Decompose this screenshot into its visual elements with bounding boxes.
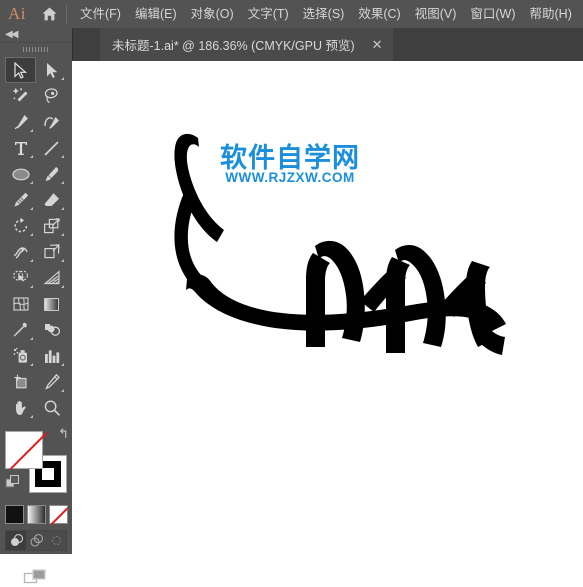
draw-mode-buttons: [5, 530, 67, 551]
tool-corner-indicator: [30, 233, 33, 236]
menu-type[interactable]: 文字(T): [241, 3, 296, 25]
ai-logo: Ai: [8, 4, 26, 23]
tools-panel: ◀◀ ↰: [0, 28, 73, 584]
default-colors-icon[interactable]: [5, 474, 21, 495]
tool-corner-indicator: [30, 181, 33, 184]
direct-selection-tool[interactable]: [36, 57, 67, 83]
color-controls: ↰: [5, 427, 69, 495]
column-graph-tool[interactable]: [36, 343, 67, 369]
menu-effect[interactable]: 效果(C): [351, 3, 407, 25]
symbol-sprayer-tool[interactable]: [5, 343, 36, 369]
tools-panel-header: ◀◀: [0, 28, 72, 43]
tool-corner-indicator: [30, 415, 33, 418]
slice-tool[interactable]: [36, 369, 67, 395]
shaper-tool[interactable]: [5, 187, 36, 213]
shape-builder-tool[interactable]: [5, 265, 36, 291]
tool-corner-indicator: [30, 363, 33, 366]
document-tab-title: 未标题-1.ai* @ 186.36% (CMYK/GPU 预览): [112, 39, 355, 53]
draw-normal-button[interactable]: [6, 531, 26, 550]
width-tool[interactable]: [5, 239, 36, 265]
grip-dots: [23, 46, 49, 52]
blend-tool[interactable]: [36, 317, 67, 343]
tool-corner-indicator: [30, 259, 33, 262]
stroke-swatch-hole: [42, 468, 54, 480]
lasso-tool[interactable]: [36, 83, 67, 109]
type-tool[interactable]: [5, 135, 36, 161]
paint-mode-buttons: [0, 505, 72, 525]
tool-corner-indicator: [61, 389, 64, 392]
free-transform-tool[interactable]: [36, 239, 67, 265]
zoom-tool[interactable]: [36, 395, 67, 421]
color-mode-button[interactable]: [4, 505, 24, 524]
collapse-panel-icon[interactable]: ◀◀: [5, 29, 18, 41]
document-tab-strip: 未标题-1.ai* @ 186.36% (CMYK/GPU 预览) ✕: [72, 28, 583, 62]
tool-corner-indicator: [61, 233, 64, 236]
mesh-tool[interactable]: [5, 291, 36, 317]
fill-swatch[interactable]: [5, 431, 48, 470]
artboard-tool[interactable]: [5, 369, 36, 395]
tool-corner-indicator: [61, 285, 64, 288]
fill-none-slash-icon: [9, 432, 48, 470]
home-icon[interactable]: [34, 0, 64, 28]
eyedropper-tool[interactable]: [5, 317, 36, 343]
eraser-tool[interactable]: [36, 187, 67, 213]
change-screen-mode-button[interactable]: [0, 567, 72, 587]
curvature-tool[interactable]: [36, 109, 67, 135]
line-segment-tool[interactable]: [36, 135, 67, 161]
tool-corner-indicator: [61, 207, 64, 210]
tool-corner-indicator: [61, 259, 64, 262]
rotate-tool[interactable]: [5, 213, 36, 239]
menu-window[interactable]: 窗口(W): [463, 3, 522, 25]
menu-help[interactable]: 帮助(H): [523, 3, 579, 25]
artboard-canvas[interactable]: 软件自学网 WWW.RJZXW.COM: [72, 61, 583, 554]
tool-corner-indicator: [30, 337, 33, 340]
tool-corner-indicator: [30, 285, 33, 288]
selection-tool[interactable]: [5, 57, 36, 83]
swap-fill-stroke-icon[interactable]: ↰: [58, 427, 69, 440]
brush-stroke-artwork[interactable]: [72, 61, 583, 554]
none-mode-button[interactable]: [48, 505, 69, 525]
scale-tool[interactable]: [36, 213, 67, 239]
draw-inside-button[interactable]: [46, 531, 66, 550]
ellipse-tool[interactable]: [5, 161, 36, 187]
menu-edit[interactable]: 编辑(E): [128, 3, 184, 25]
tools-grid: [0, 55, 72, 421]
tool-corner-indicator: [61, 155, 64, 158]
menu-select[interactable]: 选择(S): [296, 3, 352, 25]
tool-corner-indicator: [30, 207, 33, 210]
menu-bar: Ai 文件(F) 编辑(E) 对象(O) 文字(T) 选择(S) 效果(C) 视…: [0, 0, 583, 28]
menu-view[interactable]: 视图(V): [408, 3, 464, 25]
document-tab[interactable]: 未标题-1.ai* @ 186.36% (CMYK/GPU 预览) ✕: [100, 28, 393, 61]
tool-corner-indicator: [61, 363, 64, 366]
hand-tool[interactable]: [5, 395, 36, 421]
paintbrush-tool[interactable]: [36, 161, 67, 187]
illustrator-window: Ai 文件(F) 编辑(E) 对象(O) 文字(T) 选择(S) 效果(C) 视…: [0, 0, 583, 584]
perspective-grid-tool[interactable]: [36, 265, 67, 291]
magic-wand-tool[interactable]: [5, 83, 36, 109]
menu-separator: [66, 4, 67, 24]
tools-panel-grip[interactable]: [0, 43, 72, 55]
tool-corner-indicator: [30, 129, 33, 132]
tool-corner-indicator: [61, 77, 64, 80]
close-icon[interactable]: ✕: [368, 38, 387, 51]
gradient-tool[interactable]: [36, 291, 67, 317]
draw-behind-button[interactable]: [26, 531, 46, 550]
pen-tool[interactable]: [5, 109, 36, 135]
gradient-mode-button[interactable]: [26, 505, 46, 524]
none-slash-icon: [50, 506, 69, 525]
tool-corner-indicator: [61, 181, 64, 184]
menu-file[interactable]: 文件(F): [73, 3, 128, 25]
menu-object[interactable]: 对象(O): [184, 3, 241, 25]
tool-corner-indicator: [30, 155, 33, 158]
